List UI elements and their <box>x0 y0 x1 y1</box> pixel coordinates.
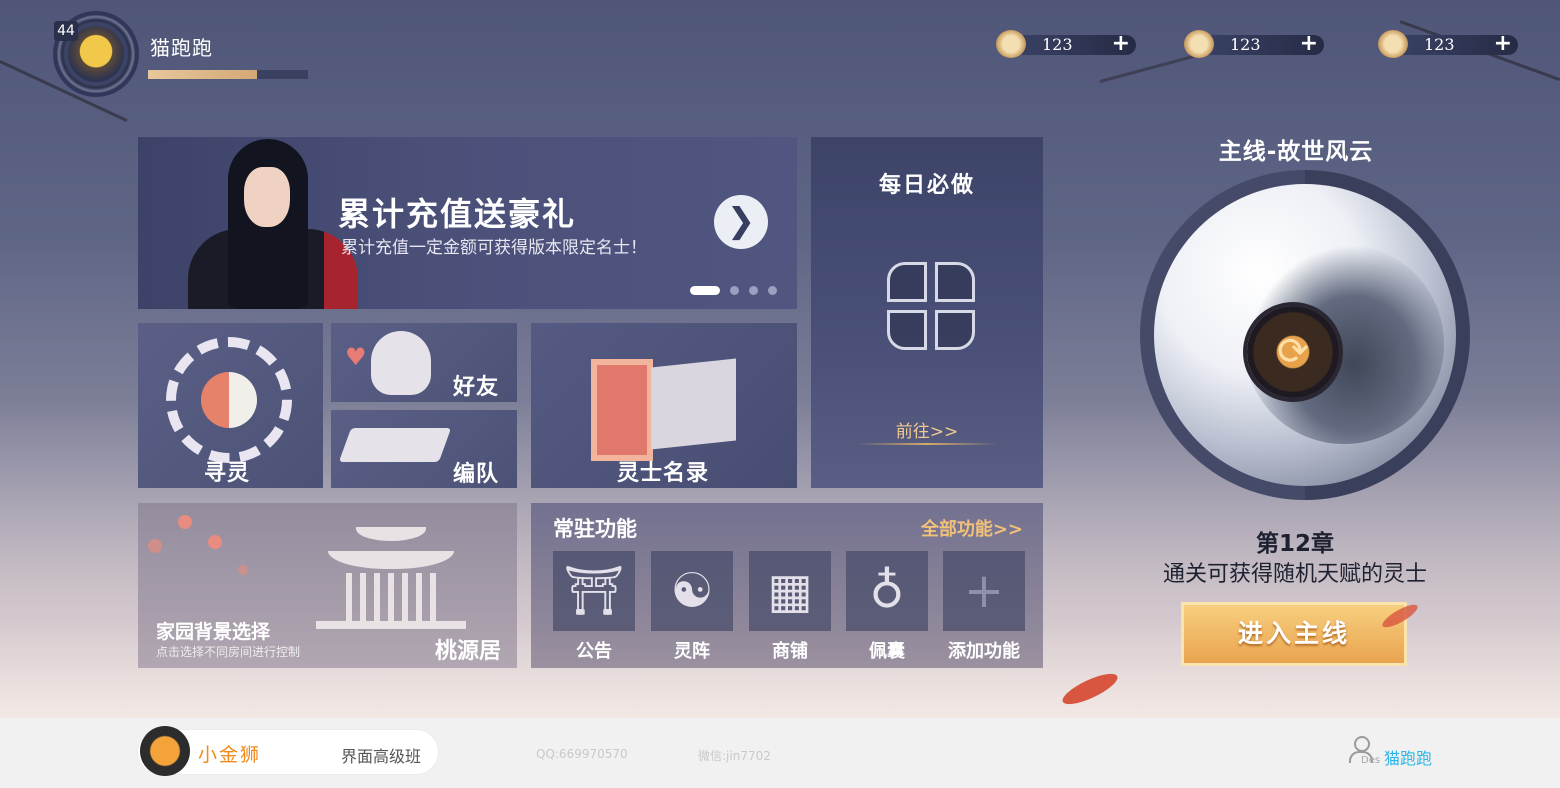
footer-bar: 小金狮 界面高级班 QQ:669970570 微信:jin7702 Des 猫跑… <box>0 718 1560 788</box>
team-tile[interactable]: 编队 <box>331 410 517 488</box>
recharge-banner[interactable]: 累计充值送豪礼 累计充值一定金额可获得版本限定名士！ ❯ <box>138 137 797 309</box>
designer-tag: Des <box>1361 755 1381 766</box>
team-label: 编队 <box>453 462 500 487</box>
formation-button[interactable]: ☯ 灵阵 <box>651 551 733 662</box>
function-label: 公告 <box>576 641 612 662</box>
hero-portrait <box>168 137 358 309</box>
function-label: 添加功能 <box>948 641 1020 662</box>
chapter-number: 第12章 <box>1255 531 1334 557</box>
function-label: 灵阵 <box>674 641 710 662</box>
brand-name: 小金狮 <box>198 744 262 766</box>
roster-tile[interactable]: 灵士名录 <box>531 323 797 488</box>
author-name: 猫跑跑 <box>1384 749 1433 768</box>
red-scroll-icon <box>591 359 653 461</box>
qq-contact: QQ:669970570 <box>536 747 628 761</box>
pouch-button[interactable]: ♁ 佩囊 <box>846 551 928 662</box>
banner-next-button[interactable]: ❯ <box>714 195 768 249</box>
resource-value: 123 <box>1230 35 1261 54</box>
banner-title: 累计充值送豪礼 <box>338 195 577 233</box>
gate-icon: ⛩ <box>563 563 625 619</box>
divider <box>857 443 997 445</box>
seek-label: 寻灵 <box>204 461 251 486</box>
add-silver-button[interactable]: + <box>1494 32 1512 56</box>
heart-icon: ♥ <box>345 343 367 371</box>
brand-pill: 小金狮 界面高级班 <box>138 726 438 776</box>
home-title: 家园背景选择 <box>156 621 271 643</box>
resource-gold: 123 + <box>1184 30 1324 58</box>
yin-yang-icon <box>201 372 257 428</box>
pagination-dot[interactable] <box>730 286 739 295</box>
resource-value: 123 <box>1042 35 1073 54</box>
lion-logo-icon <box>140 726 190 776</box>
pagination-dot[interactable] <box>768 286 777 295</box>
friends-tile[interactable]: ♥ 好友 <box>331 323 517 402</box>
announcement-button[interactable]: ⛩ 公告 <box>553 551 635 662</box>
add-copper-button[interactable]: + <box>1112 32 1130 56</box>
refresh-icon[interactable]: ⟳ <box>1247 306 1339 398</box>
add-gold-button[interactable]: + <box>1300 32 1318 56</box>
player-name: 猫跑跑 <box>150 36 213 60</box>
abacus-icon: ▦ <box>767 563 813 619</box>
mainline-title: 主线-故世风云 <box>1218 139 1374 165</box>
pagination-dot[interactable] <box>690 286 720 295</box>
friends-label: 好友 <box>453 375 500 400</box>
daily-goto-link[interactable]: 前往>> <box>811 417 1043 442</box>
daily-tasks-panel[interactable]: 每日必做 前往>> <box>811 137 1043 488</box>
course-name: 界面高级班 <box>341 747 422 766</box>
wechat-contact: 微信:jin7702 <box>698 749 771 763</box>
exp-bar-fill <box>148 70 257 79</box>
home-background-tile[interactable]: 家园背景选择 点击选择不同房间进行控制 桃源居 <box>138 503 517 668</box>
resource-silver: 123 + <box>1378 30 1518 58</box>
lattice-window-icon <box>847 240 1007 368</box>
daily-title: 每日必做 <box>878 173 975 198</box>
yin-yang-icon: ☯ <box>670 563 714 619</box>
gold-ingot-icon <box>1184 30 1214 58</box>
permanent-functions-panel: 常驻功能 全部功能>> ⛩ 公告 ☯ 灵阵 ▦ 商铺 ♁ 佩囊 + 添加功能 <box>531 503 1043 668</box>
silver-ingot-icon <box>1378 30 1408 58</box>
home-hint: 点击选择不同房间进行控制 <box>156 645 301 659</box>
exp-bar <box>148 70 308 79</box>
add-icon: + <box>963 563 1005 619</box>
game-scene: 44 猫跑跑 123 + 123 + 123 + 累计充值送豪礼 累计充值一定金… <box>0 0 1560 718</box>
permanent-title: 常驻功能 <box>553 517 637 541</box>
shop-button[interactable]: ▦ 商铺 <box>749 551 831 662</box>
seek-spirit-tile[interactable]: 寻灵 <box>138 323 323 488</box>
chapter-reward: 通关可获得随机天赋的灵士 <box>1162 562 1427 587</box>
enter-mainline-button[interactable]: 进入主线 <box>1181 602 1407 666</box>
folding-screen-icon <box>651 358 736 450</box>
all-functions-link[interactable]: 全部功能>> <box>921 515 1023 541</box>
function-label: 商铺 <box>772 641 808 662</box>
function-label: 佩囊 <box>869 641 905 662</box>
home-location: 桃源居 <box>434 639 501 664</box>
copper-coin-icon <box>996 30 1026 58</box>
player-level-badge: 44 <box>54 21 78 41</box>
resource-value: 123 <box>1424 35 1455 54</box>
pagination-dot[interactable] <box>749 286 758 295</box>
fan-hand-icon <box>338 428 452 462</box>
pagoda-icon <box>316 521 466 631</box>
add-function-button[interactable]: + 添加功能 <box>943 551 1025 662</box>
resource-copper: 123 + <box>996 30 1136 58</box>
roster-label: 灵士名录 <box>617 461 710 486</box>
banner-pagination <box>690 280 777 299</box>
friend-character-icon <box>371 331 431 395</box>
banner-subtitle: 累计充值一定金额可获得版本限定名士！ <box>341 238 647 258</box>
pouch-icon: ♁ <box>869 563 905 619</box>
